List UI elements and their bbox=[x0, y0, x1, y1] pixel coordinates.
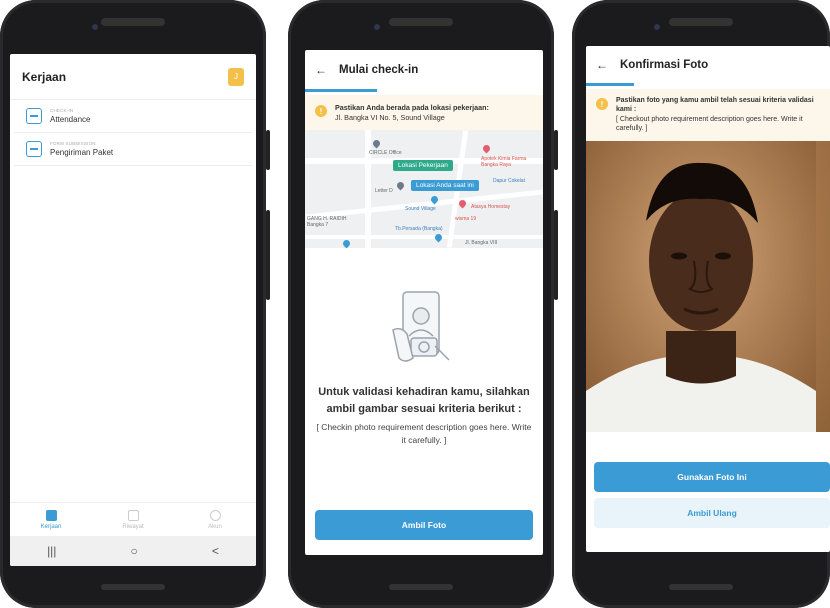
nav-label: Akun bbox=[208, 523, 222, 530]
map-label: Tb.Persada (Bangka) bbox=[395, 226, 443, 233]
system-nav-bar: ||| ○ < bbox=[10, 536, 256, 566]
task-name: Attendance bbox=[50, 115, 91, 124]
notice-description: [ Checkout photo requirement description… bbox=[616, 115, 803, 133]
location-pin-icon bbox=[341, 238, 352, 249]
take-photo-button[interactable]: Ambil Foto bbox=[315, 510, 533, 540]
notice-heading: Pastikan Anda berada pada lokasi pekerja… bbox=[335, 103, 489, 112]
app-header: ← Mulai check-in bbox=[305, 50, 543, 92]
work-location-tag: Lokasi Pekerjaan bbox=[393, 160, 453, 172]
task-item-attendance[interactable]: CHECK-IN Attendance bbox=[14, 100, 252, 133]
selfie-illustration bbox=[389, 288, 459, 370]
header-progress-bar bbox=[305, 89, 377, 92]
header-progress-bar bbox=[586, 83, 634, 86]
map-label: Letter D bbox=[375, 188, 393, 195]
phone-frame-1: Kerjaan J CHECK-IN Attendance FORM SUBMI… bbox=[0, 0, 270, 608]
earpiece bbox=[389, 18, 453, 26]
screen-photo-confirm: ← Konfirmasi Foto ! Pastikan foto yang k… bbox=[586, 46, 830, 552]
use-photo-button[interactable]: Gunakan Foto Ini bbox=[594, 462, 830, 492]
map-label: CIRCLE Office bbox=[369, 150, 402, 157]
map-label: Jl. Bangka VIII bbox=[465, 240, 498, 247]
notice-heading: Pastikan foto yang kamu ambil telah sesu… bbox=[616, 97, 814, 114]
front-camera bbox=[374, 24, 380, 30]
screen-check-in: ← Mulai check-in ! Pastikan Anda berada … bbox=[305, 50, 543, 555]
nav-label: Riwayat bbox=[122, 523, 144, 530]
task-item-delivery[interactable]: FORM SUBMISSION Pengiriman Paket bbox=[14, 133, 252, 166]
earpiece bbox=[101, 18, 165, 26]
volume-button bbox=[554, 210, 558, 300]
phone-frame-2: ← Mulai check-in ! Pastikan Anda berada … bbox=[288, 0, 558, 608]
map-label: Sound Village bbox=[405, 206, 436, 213]
power-button bbox=[266, 130, 270, 170]
location-notice: ! Pastikan Anda berada pada lokasi peker… bbox=[305, 95, 543, 131]
front-camera bbox=[92, 24, 98, 30]
page-title: Konfirmasi Foto bbox=[620, 58, 709, 71]
task-name: Pengiriman Paket bbox=[50, 148, 114, 157]
home-button[interactable]: ○ bbox=[131, 544, 138, 558]
map-label: Atasya Homestay bbox=[471, 204, 511, 211]
retake-photo-button[interactable]: Ambil Ulang bbox=[594, 498, 830, 528]
phone-frame-3: ← Konfirmasi Foto ! Pastikan foto yang k… bbox=[572, 0, 830, 608]
location-pin-icon bbox=[481, 143, 492, 154]
avatar[interactable]: J bbox=[228, 67, 244, 86]
app-header: Kerjaan J bbox=[10, 54, 256, 100]
front-camera bbox=[654, 24, 660, 30]
recents-button[interactable]: ||| bbox=[47, 544, 56, 558]
bottom-nav: Kerjaan Riwayat Akun bbox=[10, 502, 256, 536]
bottom-speaker bbox=[669, 584, 733, 590]
location-map[interactable]: CIRCLE Office Apotek Kimia Farma Bangka … bbox=[305, 130, 543, 249]
back-button[interactable]: < bbox=[212, 544, 219, 558]
camera-selfie-icon bbox=[392, 291, 450, 363]
history-icon bbox=[127, 509, 139, 521]
nav-item-riwayat[interactable]: Riwayat bbox=[92, 503, 174, 536]
nav-item-kerjaan[interactable]: Kerjaan bbox=[10, 503, 92, 536]
page-title: Mulai check-in bbox=[339, 63, 419, 76]
photo-notice: ! Pastikan foto yang kamu ambil telah se… bbox=[586, 89, 830, 141]
map-label: wisma 19 bbox=[455, 216, 477, 223]
volume-button bbox=[266, 210, 270, 300]
warning-icon: ! bbox=[315, 105, 327, 117]
app-header: ← Konfirmasi Foto bbox=[586, 46, 830, 86]
portrait-image bbox=[586, 140, 816, 432]
current-location-tag: Lokasi Anda saat ini bbox=[411, 180, 479, 192]
nav-label: Kerjaan bbox=[40, 523, 62, 530]
bottom-speaker bbox=[101, 584, 165, 590]
location-pin-icon bbox=[395, 180, 406, 191]
power-button bbox=[554, 130, 558, 170]
back-arrow-icon[interactable]: ← bbox=[315, 63, 327, 77]
notice-address: Jl. Bangka VI No. 5, Sound Village bbox=[335, 112, 445, 122]
screen-task-list: Kerjaan J CHECK-IN Attendance FORM SUBMI… bbox=[10, 54, 256, 566]
form-icon bbox=[26, 141, 42, 157]
warning-icon: ! bbox=[596, 98, 608, 110]
check-in-description: [ Checkin photo requirement description … bbox=[316, 422, 532, 445]
bottom-speaker bbox=[389, 584, 453, 590]
earpiece bbox=[669, 18, 733, 26]
nav-item-akun[interactable]: Akun bbox=[174, 503, 256, 536]
map-label: Apotek Kimia Farma Bangka Raya bbox=[481, 156, 527, 169]
map-label: GANG H. RAIDIH Bangka 7 bbox=[307, 216, 347, 229]
map-label: Dapur Cokelat bbox=[493, 178, 525, 185]
task-category: FORM SUBMISSION bbox=[50, 141, 96, 146]
account-icon bbox=[209, 509, 221, 521]
briefcase-icon bbox=[45, 509, 57, 521]
captured-photo bbox=[586, 140, 830, 432]
location-pin-icon bbox=[371, 138, 382, 149]
check-in-headline: Untuk validasi kehadiran kamu, silahkan … bbox=[318, 386, 530, 415]
task-category: CHECK-IN bbox=[50, 108, 74, 113]
back-arrow-icon[interactable]: ← bbox=[596, 58, 608, 72]
calendar-icon bbox=[26, 108, 42, 124]
page-title: Kerjaan bbox=[22, 69, 67, 84]
